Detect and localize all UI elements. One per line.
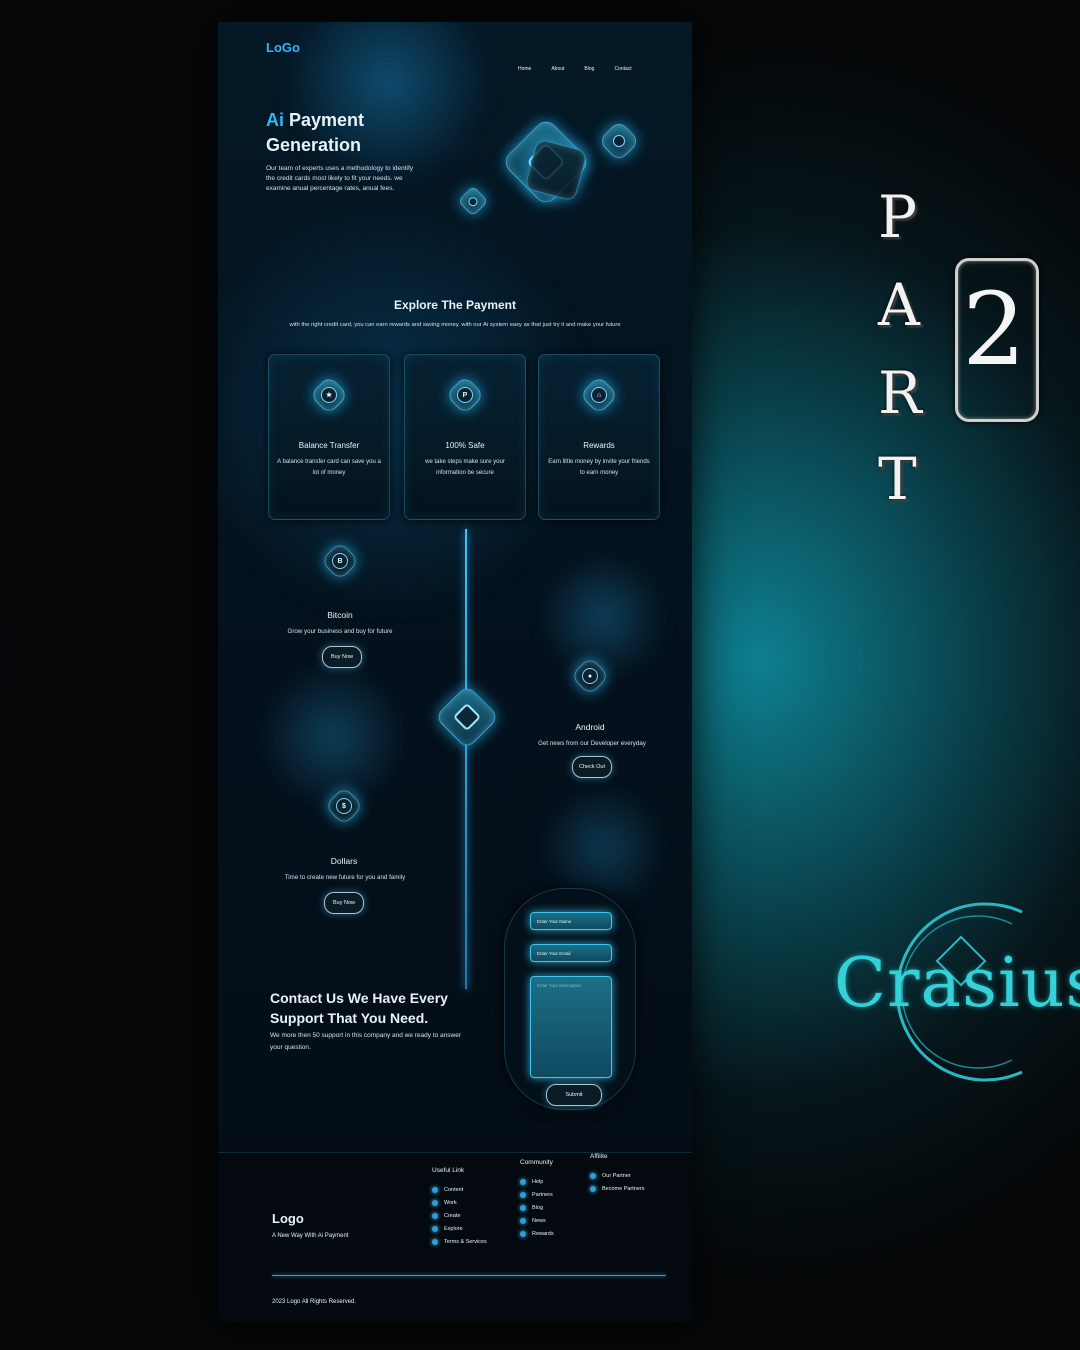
feature-title-android: Android	[575, 722, 605, 732]
nav-blog[interactable]: Blog	[584, 66, 594, 72]
card-desc: we take steps make sure your information…	[425, 459, 505, 476]
feature-title-dollars: Dollars	[330, 856, 358, 866]
bullet-icon	[590, 1185, 596, 1192]
footer-link[interactable]: Explore	[432, 1222, 487, 1235]
footer-logo[interactable]: Logo	[272, 1211, 304, 1226]
buy-now-button-dollars[interactable]: Buy Now	[324, 892, 364, 914]
house-icon: ⌂	[579, 375, 619, 415]
buy-now-button-bitcoin[interactable]: Buy Now	[322, 646, 362, 668]
landing-page-mockup: LoGo Home About Blog Contact Ai Payment G…	[218, 22, 692, 1322]
card-desc: Earn little money by invite your friends…	[548, 459, 650, 476]
part-letter-r: R	[878, 359, 922, 427]
timeline-line	[465, 529, 467, 989]
bullet-icon	[432, 1199, 438, 1206]
footer-link[interactable]: Help	[520, 1175, 554, 1188]
card-rewards[interactable]: ⌂ Rewards Earn little money by invite yo…	[538, 354, 660, 520]
footer-link[interactable]: Terms & Services	[432, 1235, 487, 1248]
part-letter-p: P	[878, 183, 918, 251]
nav-about[interactable]: About	[551, 66, 564, 72]
glow	[278, 22, 498, 182]
footer-affiliate: Affilite Our Partner Become Partners	[590, 1153, 645, 1195]
footer: Logo A New Way With Ai Payment Useful Li…	[218, 1152, 692, 1322]
part-letter-a: A	[878, 271, 920, 339]
footer-link[interactable]: News	[520, 1214, 554, 1227]
column-title: Affilite	[590, 1153, 608, 1160]
footer-useful-links: Useful Link Content Work Create Explore …	[432, 1167, 487, 1248]
card-balance-transfer[interactable]: ★ Balance Transfer A balance transfer ca…	[268, 354, 390, 520]
hero-title: Ai Payment Generation	[266, 110, 365, 155]
android-icon: ●	[570, 656, 610, 696]
paypal-icon: P	[445, 375, 485, 415]
bullet-icon	[520, 1178, 526, 1185]
footer-link[interactable]: Work	[432, 1196, 487, 1209]
bullet-icon	[590, 1172, 596, 1179]
footer-link[interactable]: Partners	[520, 1188, 554, 1201]
contact-title: Contact Us We Have Every Support That Yo…	[270, 990, 448, 1026]
footer-link[interactable]: Our Partner	[590, 1169, 645, 1182]
glow	[258, 662, 408, 812]
name-field[interactable]: Enter Your Name	[530, 912, 612, 930]
bullet-icon	[432, 1186, 438, 1193]
star-icon: ★	[309, 375, 349, 415]
bullet-icon	[520, 1191, 526, 1198]
footer-community: Community Help Partners Blog News Reward…	[520, 1159, 554, 1240]
dollar-icon: $	[324, 786, 364, 826]
bitcoin-icon: B	[320, 541, 360, 581]
card-title: Rewards	[583, 441, 615, 450]
footer-link[interactable]: Blog	[520, 1201, 554, 1214]
bullet-icon	[520, 1204, 526, 1211]
hero-diamond-small	[597, 119, 641, 163]
explore-title: Explore The Payment	[393, 298, 517, 312]
submit-button[interactable]: Submit	[546, 1084, 602, 1106]
footer-divider	[272, 1275, 666, 1276]
footer-tagline: A New Way With Ai Payment	[272, 1233, 349, 1239]
nav-contact[interactable]: Contact	[614, 66, 631, 72]
check-out-button[interactable]: Check Out	[572, 756, 612, 778]
card-title: 100% Safe	[445, 441, 485, 450]
card-safe[interactable]: P 100% Safe we take steps make sure your…	[404, 354, 526, 520]
bullet-icon	[432, 1238, 438, 1245]
feature-desc-bitcoin: Grow your business and buy for future	[287, 628, 393, 635]
bullet-icon	[520, 1230, 526, 1237]
contact-description: We more then 50 support in this company …	[270, 1032, 462, 1051]
timeline-center-diamond	[434, 684, 500, 750]
brand-signature: Crasius	[834, 944, 1080, 1023]
bullet-icon	[520, 1217, 526, 1224]
email-field[interactable]: Enter Your Email	[530, 944, 612, 962]
part-letter-t: T	[878, 445, 917, 513]
card-title: Balance Transfer	[298, 441, 360, 450]
glow	[538, 552, 668, 682]
card-desc: A balance transfer card can save you a l…	[277, 459, 381, 476]
bullet-icon	[432, 1225, 438, 1232]
feature-desc-dollars: Time to create new future for you and fa…	[284, 874, 406, 881]
column-title: Community	[520, 1159, 553, 1166]
column-title: Useful Link	[432, 1167, 465, 1174]
footer-link[interactable]: Rewards	[520, 1227, 554, 1240]
hero-diamond-tiny	[457, 185, 489, 217]
bullet-icon	[432, 1212, 438, 1219]
footer-link[interactable]: Content	[432, 1183, 487, 1196]
footer-link[interactable]: Become Partners	[590, 1182, 645, 1195]
message-field[interactable]: Enter Your Description	[530, 976, 612, 1078]
feature-desc-android: Get news from our Developer everyday	[538, 740, 646, 747]
nav-home[interactable]: Home	[518, 66, 531, 72]
explore-subtitle: with the right credit card, you can earn…	[289, 322, 621, 328]
feature-title-bitcoin: Bitcoin	[327, 610, 353, 620]
main-nav: Home About Blog Contact	[518, 66, 632, 72]
logo[interactable]: LoGo	[266, 40, 300, 55]
hero-description: Our team of experts uses a methodology t…	[266, 165, 414, 192]
footer-link[interactable]: Create	[432, 1209, 487, 1222]
part-number: 2	[962, 271, 1026, 388]
copyright: 2023 Logo All Rights Reserved.	[272, 1299, 357, 1305]
